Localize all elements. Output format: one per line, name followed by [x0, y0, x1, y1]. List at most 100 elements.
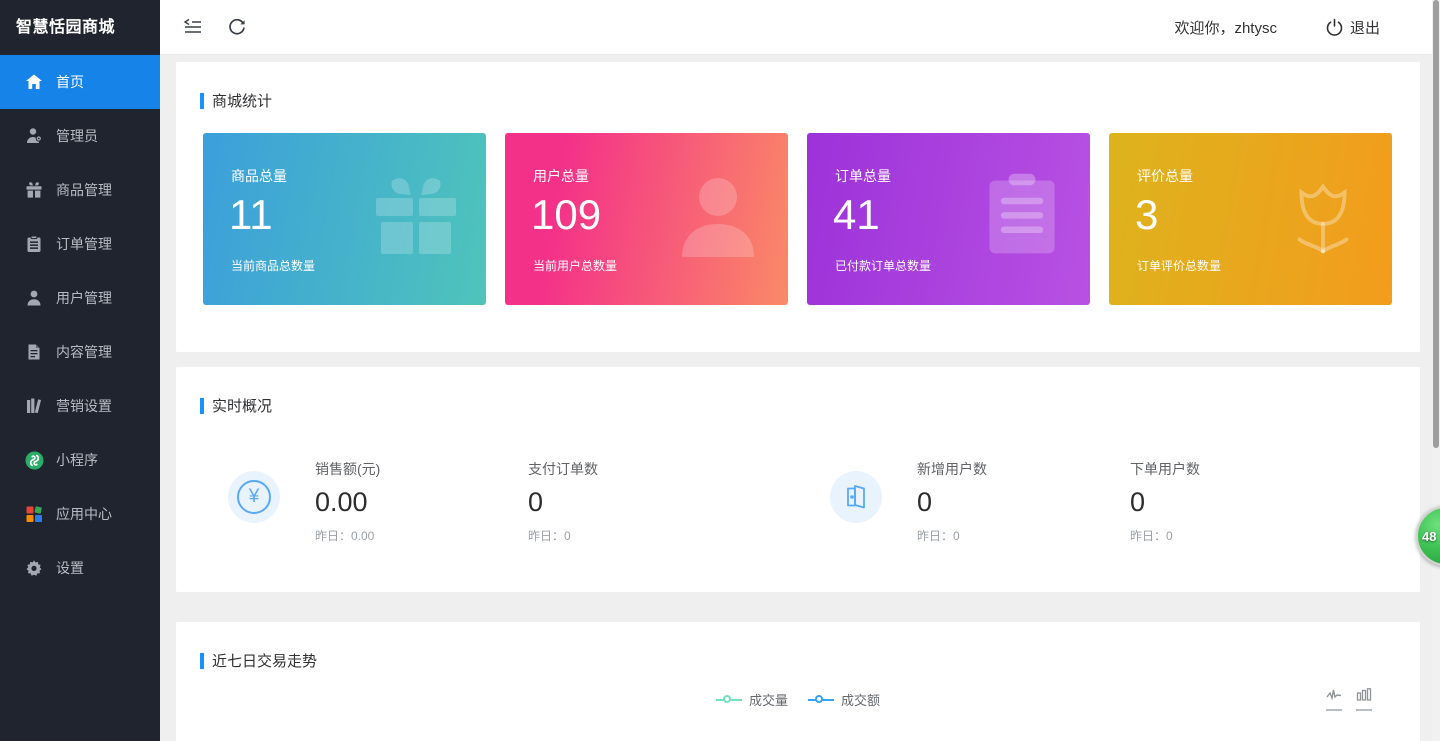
welcome-text: 欢迎你，zhtysc [1174, 17, 1277, 38]
open-door-icon [830, 471, 882, 523]
sidebar-item-label: 营销设置 [56, 396, 112, 416]
card-value: 109 [531, 191, 601, 239]
sidebar-item-goods[interactable]: 商品管理 [0, 163, 160, 217]
realtime-stat-sales: 销售额(元) 0.00 昨日：0.00 [315, 459, 380, 544]
sidebar-menu: 首页 管理员 商品管理 订单管理 [0, 55, 160, 595]
section-title-text: 实时概况 [212, 395, 272, 416]
sidebar-item-users[interactable]: 用户管理 [0, 271, 160, 325]
sidebar-item-label: 应用中心 [56, 504, 112, 524]
header-right: 欢迎你，zhtysc 退出 [1174, 17, 1380, 38]
page-scrollbar[interactable] [1432, 0, 1440, 741]
sidebar-item-marketing[interactable]: 营销设置 [0, 379, 160, 433]
section-title-text: 近七日交易走势 [212, 650, 317, 671]
sidebar-item-label: 内容管理 [56, 342, 112, 362]
line-chart-icon[interactable] [1326, 688, 1342, 711]
app-title: 智慧恬园商城 [0, 0, 160, 55]
legend-label: 成交量 [749, 690, 788, 709]
stat-value: 0 [528, 487, 598, 518]
stat-yesterday: 昨日：0 [528, 527, 598, 544]
logout-label: 退出 [1350, 17, 1380, 38]
sidebar-item-label: 订单管理 [56, 234, 112, 254]
card-title: 订单总量 [835, 166, 891, 186]
realtime-panel: 实时概况 ¥ 销售额(元) 0.00 昨日：0.00 支付订单数 0 昨日：0 … [176, 367, 1420, 592]
section-title-bar [200, 653, 204, 669]
app-grid-icon [24, 504, 44, 524]
sidebar-item-label: 管理员 [56, 126, 98, 146]
clipboard-icon [976, 169, 1068, 266]
sidebar-item-miniprogram[interactable]: 小程序 [0, 433, 160, 487]
stat-card-orders[interactable]: 订单总量 41 已付款订单总数量 [807, 133, 1090, 305]
menu-fold-icon[interactable] [182, 16, 204, 38]
card-title: 商品总量 [231, 166, 287, 186]
section-title-trend: 近七日交易走势 [200, 650, 317, 671]
stat-yesterday: 昨日：0 [1130, 527, 1200, 544]
line-series-marker [716, 695, 742, 705]
refresh-icon[interactable] [226, 16, 248, 38]
section-title-text: 商城统计 [212, 90, 272, 111]
legend-item-amount[interactable]: 成交额 [808, 690, 880, 709]
sidebar-item-label: 小程序 [56, 450, 98, 470]
line-series-marker [808, 695, 834, 705]
home-icon [24, 72, 44, 92]
chart-legend: 成交量 成交额 [176, 690, 1420, 709]
stat-value: 0 [1130, 487, 1200, 518]
stat-value: 0 [917, 487, 987, 518]
books-icon [24, 396, 44, 416]
section-title-bar [200, 398, 204, 414]
gift-icon [24, 180, 44, 200]
sidebar-item-admin[interactable]: 管理员 [0, 109, 160, 163]
sidebar: 智慧恬园商城 首页 管理员 商品管理 [0, 0, 160, 741]
card-title: 评价总量 [1137, 166, 1193, 186]
main-content: 商城统计 商品总量 11 当前商品总数量 用户总量 109 当前用户总数量 [160, 56, 1440, 741]
stat-label: 销售额(元) [315, 459, 380, 479]
card-caption: 当前用户总数量 [533, 257, 617, 274]
user-icon [24, 288, 44, 308]
legend-item-volume[interactable]: 成交量 [716, 690, 788, 709]
section-title-realtime: 实时概况 [200, 395, 272, 416]
miniprogram-icon [24, 450, 44, 470]
gear-icon [24, 558, 44, 578]
top-header: 欢迎你，zhtysc 退出 [160, 0, 1440, 55]
document-icon [24, 342, 44, 362]
card-caption: 当前商品总数量 [231, 257, 315, 274]
sidebar-item-orders[interactable]: 订单管理 [0, 217, 160, 271]
stat-card-users[interactable]: 用户总量 109 当前用户总数量 [505, 133, 788, 305]
stat-label: 下单用户数 [1130, 459, 1200, 479]
stat-cards-row: 商品总量 11 当前商品总数量 用户总量 109 当前用户总数量 [203, 133, 1411, 305]
stat-yesterday: 昨日：0 [917, 527, 987, 544]
admin-user-icon [24, 126, 44, 146]
user-icon [670, 169, 766, 270]
trend-panel: 近七日交易走势 成交量 成交额 [176, 622, 1420, 741]
gift-icon [368, 169, 464, 270]
card-caption: 订单评价总数量 [1137, 257, 1221, 274]
sidebar-item-label: 商品管理 [56, 180, 112, 200]
card-value: 3 [1135, 191, 1158, 239]
card-value: 11 [229, 191, 273, 239]
logout-button[interactable]: 退出 [1325, 17, 1380, 38]
scrollbar-thumb[interactable] [1433, 0, 1439, 448]
stat-card-reviews[interactable]: 评价总量 3 订单评价总数量 [1109, 133, 1392, 305]
clipboard-icon [24, 234, 44, 254]
sidebar-item-settings[interactable]: 设置 [0, 541, 160, 595]
realtime-stat-ordering-users: 下单用户数 0 昨日：0 [1130, 459, 1200, 544]
section-title-bar [200, 93, 204, 109]
bar-chart-icon[interactable] [1356, 688, 1372, 711]
sidebar-item-content[interactable]: 内容管理 [0, 325, 160, 379]
stat-yesterday: 昨日：0.00 [315, 527, 380, 544]
sidebar-item-label: 设置 [56, 558, 84, 578]
realtime-stat-new-users: 新增用户数 0 昨日：0 [917, 459, 987, 544]
sidebar-item-home[interactable]: 首页 [0, 55, 160, 109]
stat-card-goods[interactable]: 商品总量 11 当前商品总数量 [203, 133, 486, 305]
stat-label: 支付订单数 [528, 459, 598, 479]
card-value: 41 [833, 191, 880, 239]
sidebar-item-appcenter[interactable]: 应用中心 [0, 487, 160, 541]
chart-type-toggles [1312, 688, 1372, 711]
realtime-stat-paid-orders: 支付订单数 0 昨日：0 [528, 459, 598, 544]
legend-label: 成交额 [841, 690, 880, 709]
shop-stats-panel: 商城统计 商品总量 11 当前商品总数量 用户总量 109 当前用户总数量 [176, 62, 1420, 352]
card-caption: 已付款订单总数量 [835, 257, 931, 274]
badge-value: 48 [1422, 529, 1436, 544]
stat-label: 新增用户数 [917, 459, 987, 479]
flower-icon [1276, 169, 1370, 268]
power-icon [1325, 18, 1344, 37]
